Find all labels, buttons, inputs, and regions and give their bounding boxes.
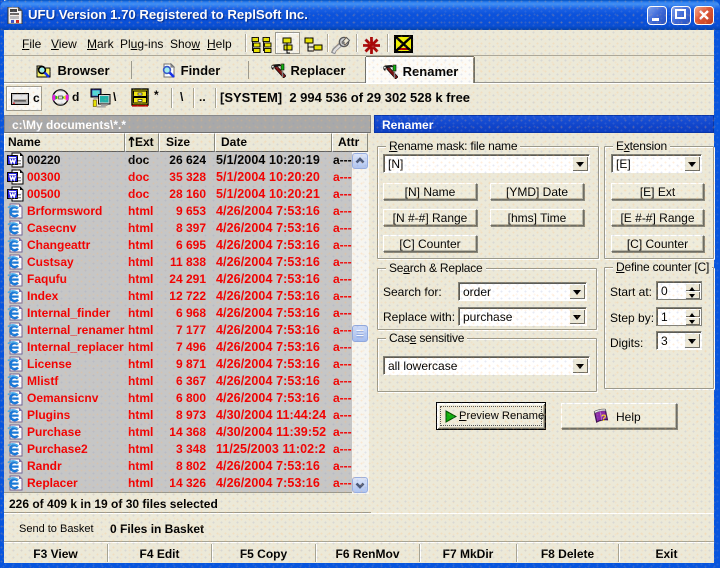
svg-text:?: ? [601,413,607,423]
